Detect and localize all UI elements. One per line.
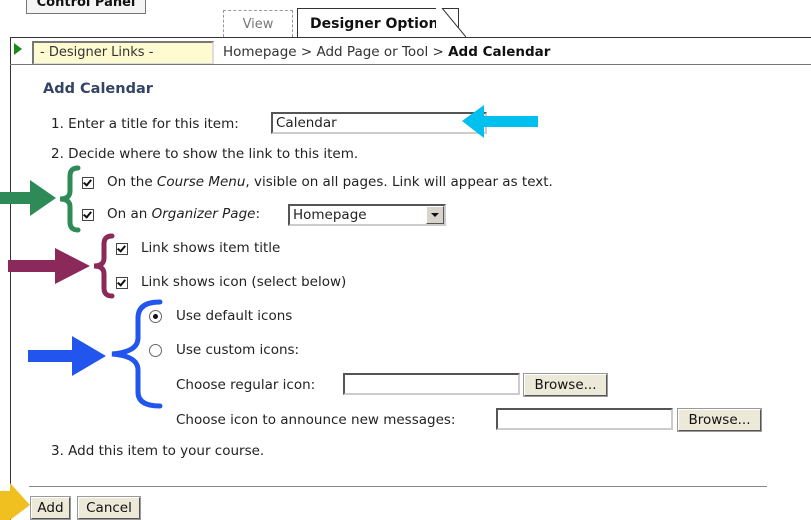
blue-brace-icon (111, 299, 163, 409)
cyan-arrow-icon (462, 105, 538, 138)
annotation-layer (0, 105, 538, 520)
maroon-brace-icon (93, 233, 115, 299)
yellow-arrow-icon (0, 483, 30, 520)
maroon-arrow-icon (8, 248, 90, 284)
blue-arrow-icon (28, 336, 106, 376)
green-brace-icon (59, 165, 81, 233)
green-arrow-icon (0, 180, 56, 216)
